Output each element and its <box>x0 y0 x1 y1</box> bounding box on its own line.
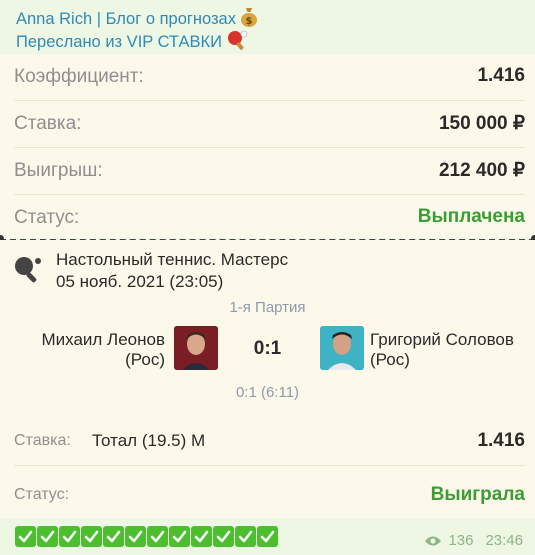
check-mark-icon <box>213 526 234 547</box>
stake-row: Ставка: 150 000 ₽ <box>14 101 525 148</box>
bet-stake-label: Ставка: <box>14 432 71 449</box>
check-mark-icon <box>169 526 190 547</box>
player-away-avatar <box>320 326 364 370</box>
check-mark-icon <box>125 526 146 547</box>
bet-stake-row: Ставка: Тотал (19.5) М 1.416 <box>14 418 525 466</box>
stake-value: 150 000 ₽ <box>438 113 525 134</box>
bet-market: Тотал (19.5) М <box>92 431 206 450</box>
eye-icon <box>425 536 442 545</box>
table-tennis-icon <box>15 257 41 283</box>
bet-status-value: Выиграла <box>430 484 525 505</box>
stake-label: Ставка: <box>14 113 82 134</box>
event-title: Настольный теннис. Мастерс <box>56 250 289 269</box>
status-label: Статус: <box>14 207 80 228</box>
bet-status-row: Статус: Выиграла <box>14 473 525 517</box>
player-away-country: (Рос) <box>370 350 410 369</box>
svg-text:$: $ <box>246 16 253 27</box>
coefficient-label: Коэффициент: <box>14 66 144 87</box>
bet-summary-card: Коэффициент: 1.416 Ставка: 150 000 ₽ Выи… <box>0 54 535 238</box>
check-mark-icon <box>59 526 80 547</box>
winnings-label: Выигрыш: <box>14 160 103 181</box>
winnings-value: 212 400 ₽ <box>438 160 525 181</box>
view-count: 136 <box>448 532 474 549</box>
player-away-name: Григорий Соловов <box>370 330 514 349</box>
check-mark-icon <box>37 526 58 547</box>
forwarded-from-line[interactable]: Переслано из VIP СТАВКИ <box>16 30 526 53</box>
winnings-row: Выигрыш: 212 400 ₽ <box>14 148 525 195</box>
check-mark-icon <box>103 526 124 547</box>
event-period: 1-я Партия <box>229 299 306 316</box>
money-bag-icon: $ <box>240 8 257 27</box>
check-mark-icon <box>191 526 212 547</box>
check-mark-icon <box>81 526 102 547</box>
bet-status-label: Статус: <box>14 486 70 503</box>
bet-coefficient: 1.416 <box>477 430 525 451</box>
check-mark-icon <box>257 526 278 547</box>
status-value: Выплачена <box>417 206 525 227</box>
set-score: 0:1 (6:11) <box>235 384 300 401</box>
channel-author[interactable]: Anna Rich | Блог о прогнозах <box>16 10 236 28</box>
check-mark-icon <box>147 526 168 547</box>
check-marks <box>15 526 278 549</box>
ping-pong-icon <box>227 30 248 50</box>
check-mark-icon <box>235 526 256 547</box>
player-away: Григорий Соловов (Рос) <box>370 330 514 370</box>
status-row: Статус: Выплачена <box>14 195 525 242</box>
forwarded-from[interactable]: Переслано из VIP СТАВКИ <box>16 33 222 51</box>
coefficient-row: Коэффициент: 1.416 <box>14 54 525 101</box>
message-meta: 136 23:46 <box>424 532 523 549</box>
coefficient-value: 1.416 <box>477 65 525 86</box>
message-time: 23:46 <box>485 532 523 549</box>
event-date: 05 нояб. 2021 (23:05) <box>56 272 224 291</box>
channel-author-line[interactable]: Anna Rich | Блог о прогнозах $ <box>16 7 526 30</box>
message-header: Anna Rich | Блог о прогнозах $ Переслано … <box>16 7 526 53</box>
check-mark-icon <box>15 526 36 547</box>
